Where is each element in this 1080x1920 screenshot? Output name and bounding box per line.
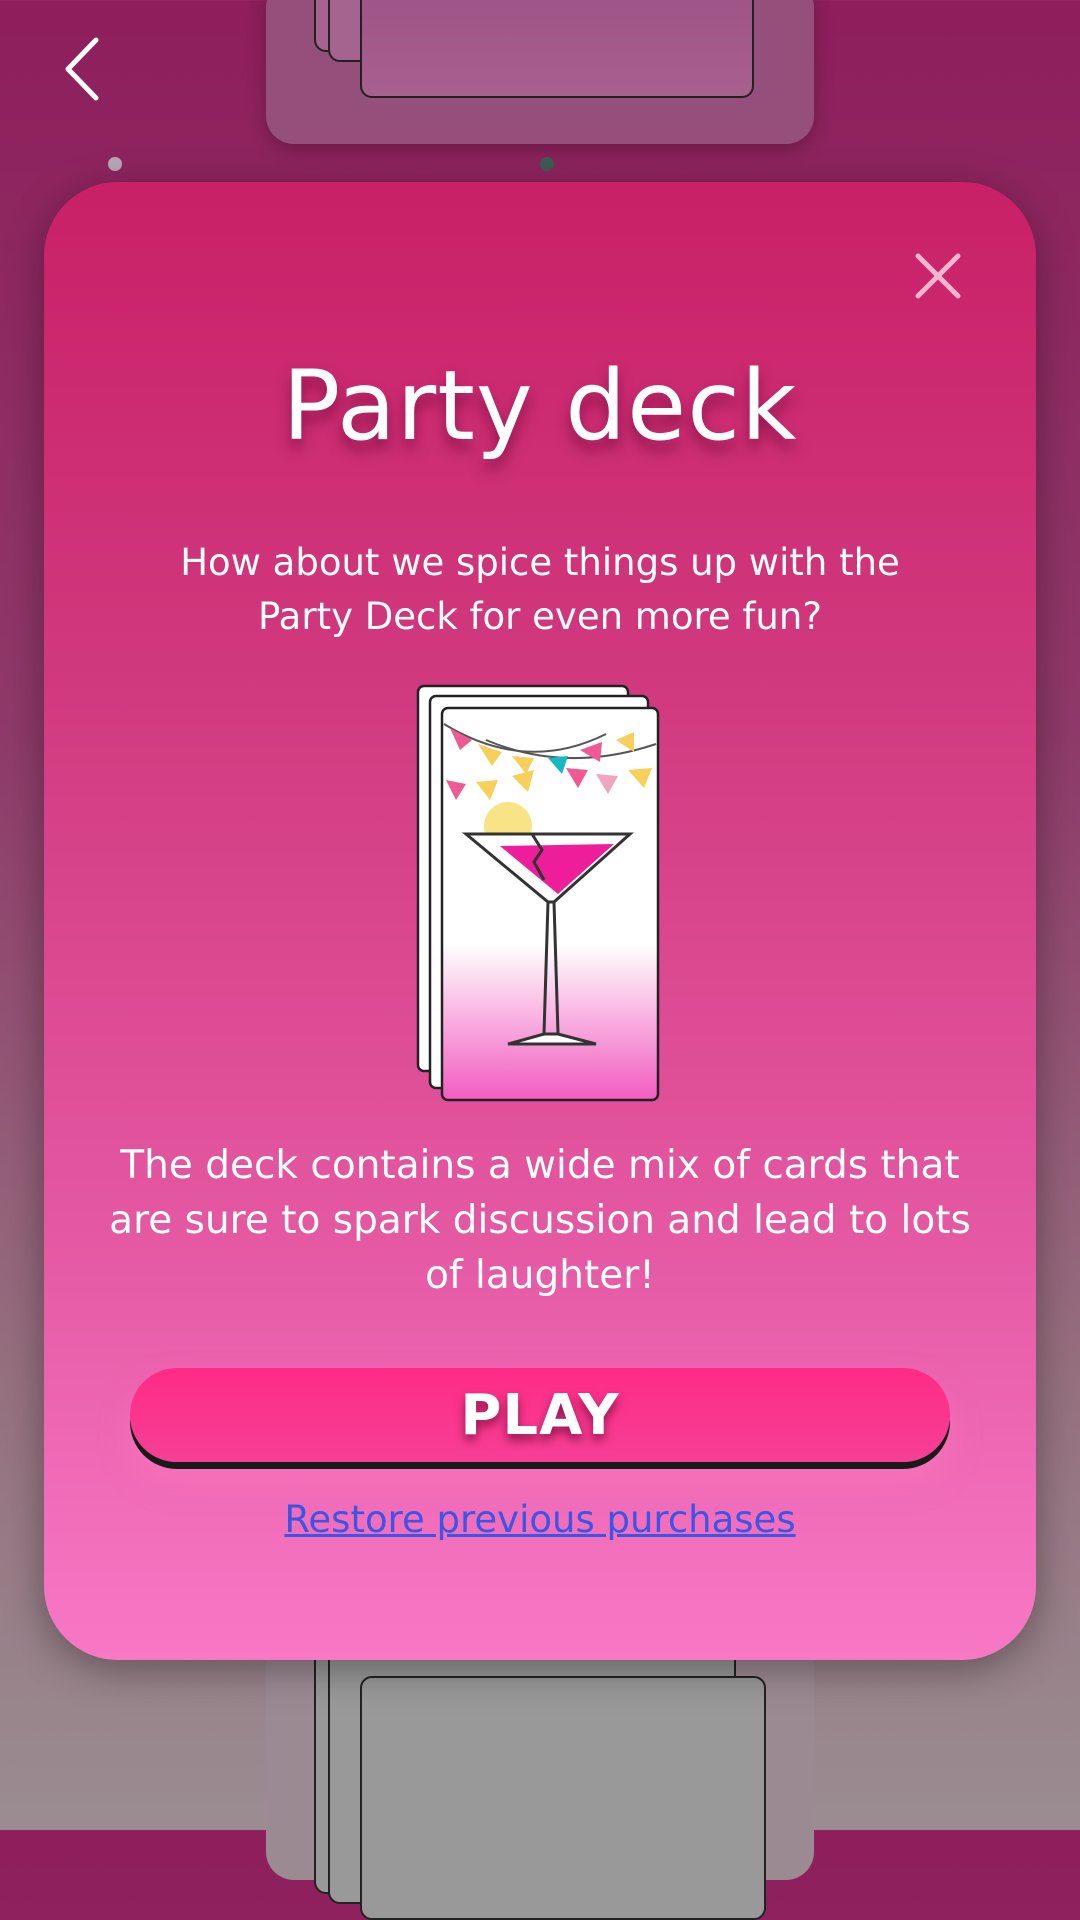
- modal-subtitle: How about we spice things up with the Pa…: [180, 541, 900, 638]
- back-button[interactable]: [52, 34, 112, 104]
- modal-title: Party deck: [282, 350, 798, 462]
- background-deck-top[interactable]: [266, 0, 814, 144]
- modal-description: The deck contains a wide mix of cards th…: [109, 1143, 971, 1298]
- chevron-left-icon: [65, 37, 99, 101]
- party-deck-modal: Party deck How about we spice things up …: [44, 182, 1036, 1660]
- page-indicator-dot: [540, 157, 554, 171]
- cocktail-card-icon: [416, 684, 666, 1104]
- background-card: [360, 1676, 766, 1920]
- background-deck-bottom[interactable]: [266, 1630, 814, 1920]
- restore-purchases-link[interactable]: Restore previous purchases: [44, 1498, 1036, 1541]
- close-button[interactable]: [912, 250, 964, 302]
- page-indicator-dot: [108, 157, 122, 171]
- close-icon: [915, 253, 961, 299]
- play-button-label: PLAY: [460, 1382, 620, 1448]
- play-button[interactable]: PLAY: [130, 1368, 950, 1462]
- background-card: [360, 0, 754, 98]
